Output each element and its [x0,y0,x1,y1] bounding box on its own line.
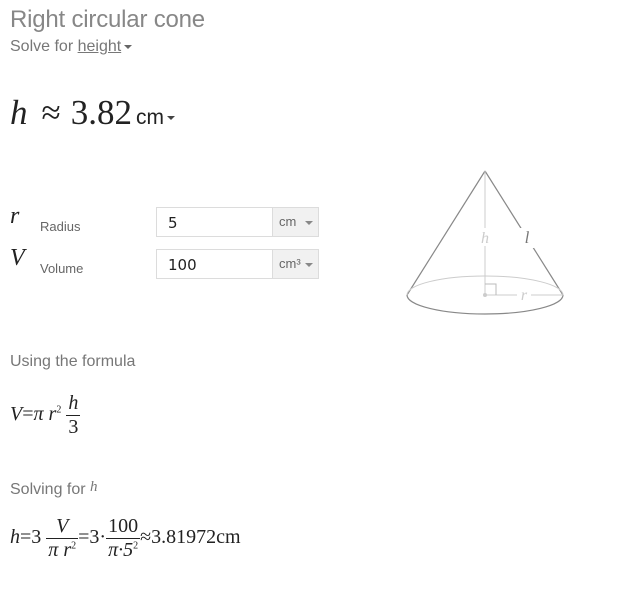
frac2-den-exp: 2 [133,540,139,552]
radius-label: r [521,287,528,304]
solving-fraction-2: 100 π·52 [106,515,141,562]
page-title: Right circular cone [10,6,205,33]
frac1-den-r: r [63,539,72,561]
frac1-den-pi: π [48,539,59,561]
solving-coef-2: 3· [89,526,107,549]
solving-lhs: h [10,526,20,549]
formula-expression: V=π r2 h3 [10,392,81,439]
radius-input[interactable]: 5 [156,207,272,237]
radius-unit-label: cm [279,214,297,229]
volume-unit-label: cm³ [279,256,301,271]
solving-frac2-den: π·52 [106,538,141,562]
frac1-den-exp: 2 [71,540,77,552]
result-variable: h [10,93,28,132]
solving-frac1-num: V [56,515,69,537]
frac2-den-base: π·5 [108,539,134,561]
approx-symbol: ≈ [41,93,61,132]
radius-unit-select[interactable]: cm [272,207,319,237]
radius-label: Radius [40,219,81,234]
volume-label: Volume [40,261,84,276]
solving-eq-2: = [78,526,90,549]
cone-base-front [406,294,564,315]
formula-lhs: V [10,403,23,426]
solving-result: 3.81972cm [151,526,241,549]
solving-heading-text: Solving for [10,481,86,498]
solving-frac1-den: π r2 [46,538,79,562]
cone-diagram: h l r [406,170,564,315]
result-value: 3.82 [70,93,132,132]
solving-frac2-num: 100 [108,515,139,537]
caret-down-icon[interactable] [166,116,175,121]
solving-eq: = [20,526,32,549]
solving-fraction-1: Vπ r2 [46,515,79,562]
volume-unit-select[interactable]: cm³ [272,249,319,279]
solve-for-target[interactable]: height [78,38,122,55]
solving-heading: Solving for h [10,479,98,499]
caret-down-icon[interactable] [124,44,133,49]
formula-denominator: 3 [66,415,81,438]
formula-fraction: h3 [66,392,81,439]
volume-input[interactable]: 100 [156,249,272,279]
height-label: h [481,230,489,247]
solving-approx: ≈ [140,526,152,549]
result-display: h ≈3.82 cm [10,93,175,133]
caret-down-icon [305,263,313,267]
solving-heading-var: h [90,479,98,495]
center-point [483,293,487,297]
formula-eq: = [22,403,34,426]
formula-pi: π [33,403,44,426]
solve-for-selector[interactable]: Solve for height [10,38,133,56]
result-unit-label: cm [135,106,164,129]
solving-expression: h=3 Vπ r2 =3· 100 π·52 ≈3.81972cm [10,515,241,562]
solve-for-label: Solve for [10,38,74,55]
formula-exp: 2 [56,404,62,416]
solving-coef: 3 [31,526,42,549]
volume-symbol: V [10,245,25,271]
slant-label: l [525,228,530,247]
radius-symbol: r [10,203,20,229]
formula-numerator: h [68,392,79,414]
caret-down-icon [305,221,313,225]
formula-heading: Using the formula [10,353,136,370]
result-unit-selector[interactable]: cm [136,106,175,129]
right-angle-marker [485,283,497,295]
